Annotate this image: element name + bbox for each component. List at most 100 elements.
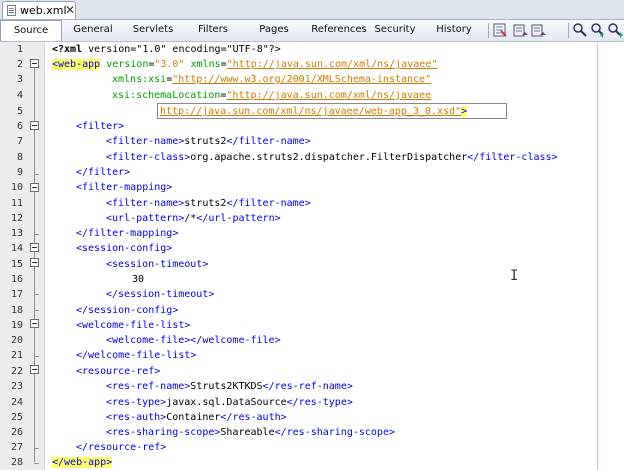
fold-toggle-icon[interactable] [30, 365, 39, 374]
close-tag: </filter-class> [467, 152, 558, 163]
line-number: 20 [10, 335, 23, 346]
back-icon[interactable] [512, 22, 528, 38]
code-line-18[interactable]: </session-config> [76, 303, 178, 318]
code-line-1[interactable]: <?xml version="1.0" encoding="UTF-8"?> [52, 42, 281, 57]
web-app-close-tag: </web-app> [52, 457, 113, 468]
attr-url[interactable]: http://java.sun.com/xml/ns/javaee/web-ap… [160, 106, 461, 117]
resource-ref-close-tag: </resource-ref> [76, 442, 167, 453]
session-timeout-close-tag: </session-timeout> [106, 289, 215, 300]
attr-value: "3.0" [154, 59, 185, 70]
close-tag: </res-auth> [220, 412, 287, 423]
line-number: 8 [16, 152, 23, 163]
attr-name: xsi:schemaLocation [112, 90, 221, 101]
close-tag: </url-pattern> [196, 213, 281, 224]
welcome-file-list-close-tag: </welcome-file-list> [76, 350, 197, 361]
open-tag: <filter-class> [106, 152, 191, 163]
code-line-27[interactable]: </resource-ref> [76, 440, 166, 455]
code-line-12[interactable]: <url-pattern>/*</url-pattern> [106, 211, 281, 226]
tab-pages[interactable]: Pages [252, 20, 296, 41]
open-tag: <res-ref-name> [106, 381, 191, 392]
code-line-22[interactable]: <resource-ref> [76, 364, 160, 379]
line-number: 6 [16, 121, 23, 132]
line-number: 27 [10, 442, 23, 453]
find-next-icon[interactable] [607, 22, 623, 38]
code-line-16[interactable]: 30 [132, 272, 144, 287]
code-line-3[interactable]: xmlns:xsi="http://www.w3.org/2001/XMLSch… [112, 72, 431, 87]
code-line-11[interactable]: <filter-name>struts2</filter-name> [106, 196, 311, 211]
code-line-8[interactable]: <filter-class>org.apache.struts2.dispatc… [106, 150, 558, 165]
code-line-21[interactable]: </welcome-file-list> [76, 348, 196, 363]
attr-url[interactable]: "http://www.w3.org/2001/XMLSchema-instan… [172, 74, 431, 85]
code-line-17[interactable]: </session-timeout> [106, 287, 214, 302]
fold-toggle-icon[interactable] [30, 121, 39, 130]
fold-toggle-icon[interactable] [30, 183, 39, 192]
close-icon[interactable]: ✕ [65, 2, 75, 18]
code-line-19[interactable]: <welcome-file-list> [76, 318, 190, 333]
forward-icon[interactable] [530, 22, 546, 38]
line-number: 1 [16, 44, 23, 55]
tab-filters[interactable]: Filters [191, 20, 235, 41]
fold-toggle-icon[interactable] [30, 243, 39, 252]
editor-view-toolbar: Source General Servlets Filters Pages Re… [0, 20, 624, 42]
code-line-10[interactable]: <filter-mapping> [76, 180, 172, 195]
tab-general[interactable]: General [68, 20, 118, 41]
element-text: struts2 [184, 136, 227, 147]
code-line-6[interactable]: <filter> [76, 119, 124, 134]
close-tag: </res-type> [286, 397, 353, 408]
code-line-5[interactable]: http://java.sun.com/xml/ns/javaee/web-ap… [160, 104, 468, 119]
code-line-15[interactable]: <session-timeout> [106, 257, 208, 272]
tag-close-bracket: > [461, 106, 468, 117]
tab-references[interactable]: References [306, 20, 372, 41]
code-line-7[interactable]: <filter-name>struts2</filter-name> [106, 134, 311, 149]
line-number: 14 [10, 243, 23, 254]
attr-url[interactable]: "http://java.sun.com/xml/ns/javaee" [227, 59, 438, 70]
resource-ref-open-tag: <resource-ref> [76, 366, 161, 377]
filter-mapping-open-tag: <filter-mapping> [76, 182, 173, 193]
last-edit-icon[interactable] [492, 22, 508, 38]
code-line-26[interactable]: <res-sharing-scope>Shareable</res-sharin… [106, 425, 395, 440]
session-timeout-open-tag: <session-timeout> [106, 259, 209, 270]
fold-toggle-icon[interactable] [30, 59, 39, 68]
code-line-25[interactable]: <res-auth>Container</res-auth> [106, 410, 287, 425]
text-cursor-icon: I [510, 268, 519, 284]
code-line-24[interactable]: <res-type>javax.sql.DataSource</res-type… [106, 395, 353, 410]
code-line-14[interactable]: <session-config> [76, 241, 172, 256]
code-line-2[interactable]: <web-app version="3.0" xmlns="http://jav… [52, 57, 437, 72]
code-line-20[interactable]: <welcome-file></welcome-file> [106, 333, 281, 348]
tab-servlets[interactable]: Servlets [127, 20, 179, 41]
open-tag: <url-pattern> [106, 213, 185, 224]
line-number: 7 [16, 136, 23, 147]
filter-open-tag: <filter> [76, 121, 125, 132]
line-number: 22 [10, 366, 23, 377]
fold-toggle-icon[interactable] [30, 258, 39, 267]
right-margin-guide [597, 42, 598, 470]
code-line-13[interactable]: </filter-mapping> [76, 226, 178, 241]
line-number: 2 [16, 59, 23, 70]
fold-end [34, 174, 39, 175]
code-line-23[interactable]: <res-ref-name>Struts2KTKDS</res-ref-name… [106, 379, 353, 394]
element-text: Container [166, 412, 221, 423]
xml-declaration: <?xml [52, 44, 83, 55]
fold-end [34, 463, 39, 464]
toolbar-separator [568, 23, 569, 38]
fold-toggle-icon[interactable] [30, 319, 39, 328]
open-tag: <res-type> [106, 397, 167, 408]
find-previous-icon[interactable] [590, 22, 606, 38]
file-tab-web-xml[interactable]: web.xml ✕ [2, 1, 76, 19]
line-number: 5 [16, 106, 23, 117]
welcome-file-tag: <welcome-file></welcome-file> [106, 335, 281, 346]
tab-security[interactable]: Security [373, 20, 417, 41]
tab-source[interactable]: Source [0, 20, 62, 41]
line-number: 13 [10, 228, 23, 239]
line-number: 24 [10, 397, 23, 408]
open-tag: <res-sharing-scope> [106, 427, 221, 438]
attr-url[interactable]: "http://java.sun.com/xml/ns/javaee [226, 90, 431, 101]
welcome-file-list-open-tag: <welcome-file-list> [76, 320, 191, 331]
line-number: 9 [16, 167, 23, 178]
code-line-28[interactable]: </web-app> [52, 455, 113, 470]
code-line-4[interactable]: xsi:schemaLocation="http://java.sun.com/… [112, 88, 431, 103]
find-icon[interactable] [572, 22, 588, 38]
web-app-open-tag: <web-app [52, 59, 101, 70]
tab-history[interactable]: History [432, 20, 476, 41]
code-line-9[interactable]: </filter> [76, 165, 130, 180]
